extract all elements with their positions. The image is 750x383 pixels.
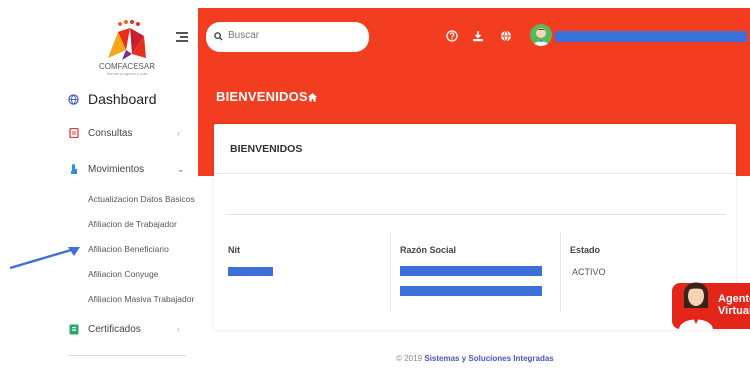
submenu-item-afiliacion-masiva[interactable]: Afiliacion Masiva Trabajador [88,294,194,304]
chevron-right-icon: › [177,128,180,138]
nit-value-redacted [228,267,273,276]
sidebar-item-label: Dashboard [88,91,157,107]
column-divider [390,232,391,312]
sidebar: COMFACESAR Somos progreso y vida Dashboa… [58,8,198,383]
submenu-item-afiliacion-conyuge[interactable]: Afiliacion Conyuge [88,269,158,279]
agent-line-2: Virtual [718,305,750,317]
submenu-item-afiliacion-beneficiario[interactable]: Afiliacion Beneficiario [88,244,169,254]
sidebar-item-movimientos[interactable]: Movimientos ⌄ [58,158,198,180]
footer-brand-link[interactable]: Sistemas y Soluciones Integradas [424,354,553,363]
search-icon [214,32,223,41]
sidebar-divider [68,355,186,356]
virtual-agent-avatar[interactable] [675,270,717,332]
home-icon[interactable] [307,92,318,103]
language-icon[interactable] [500,30,512,42]
sidebar-item-label: Certificados [88,323,141,335]
agent-line-1: Agente [718,293,750,305]
logo-wordmark: COMFACESAR [98,62,155,71]
sidebar-item-label: Consultas [88,127,133,139]
sidebar-item-consultas[interactable]: Consultas › [58,122,198,144]
column-divider [560,232,561,312]
welcome-card: BIENVENIDOS Nit Razón Social Estado ACTI… [214,124,736,330]
card-divider [214,173,736,174]
search-input[interactable] [228,30,358,41]
annotation-arrow-icon [9,246,80,270]
download-icon[interactable] [472,30,484,42]
sidebar-item-certificados[interactable]: Certificados › [58,318,198,340]
virtual-agent-label[interactable]: Agente Virtual [718,293,750,317]
help-icon[interactable] [446,30,458,42]
certificate-icon [68,324,79,335]
search-box[interactable] [206,22,369,52]
chevron-right-icon: › [177,324,180,334]
column-header-estado: Estado [570,245,601,255]
footer: © 2019 Sistemas y Soluciones Integradas [214,354,736,363]
menu-toggle-icon[interactable] [176,32,188,42]
footer-copyright: © 2019 [396,354,423,363]
hand-icon [68,163,79,175]
razon-social-redacted [400,266,542,276]
globe-icon [68,93,79,105]
user-avatar[interactable] [530,24,552,46]
sidebar-item-dashboard[interactable]: Dashboard [58,88,198,110]
estado-value: ACTIVO [572,267,606,277]
comfacesar-logo[interactable]: COMFACESAR Somos progreso y vida [96,18,158,76]
column-header-razon-social: Razón Social [400,245,457,255]
card-divider [226,214,726,215]
chevron-down-icon: ⌄ [177,163,185,174]
submenu-item-afiliacion-trabajador[interactable]: Afiliacion de Trabajador [88,219,177,229]
document-icon [68,128,79,139]
submenu-item-actualizacion[interactable]: Actualizacion Datos Basicos [88,194,195,204]
razon-social-redacted [400,286,542,296]
sidebar-item-label: Movimientos [88,163,145,175]
column-header-nit: Nit [228,245,240,255]
card-title: BIENVENIDOS [230,143,303,155]
page-title: BIENVENIDOS [216,89,308,104]
username-redacted[interactable] [555,31,747,42]
logo-tagline: Somos progreso y vida [106,71,148,76]
